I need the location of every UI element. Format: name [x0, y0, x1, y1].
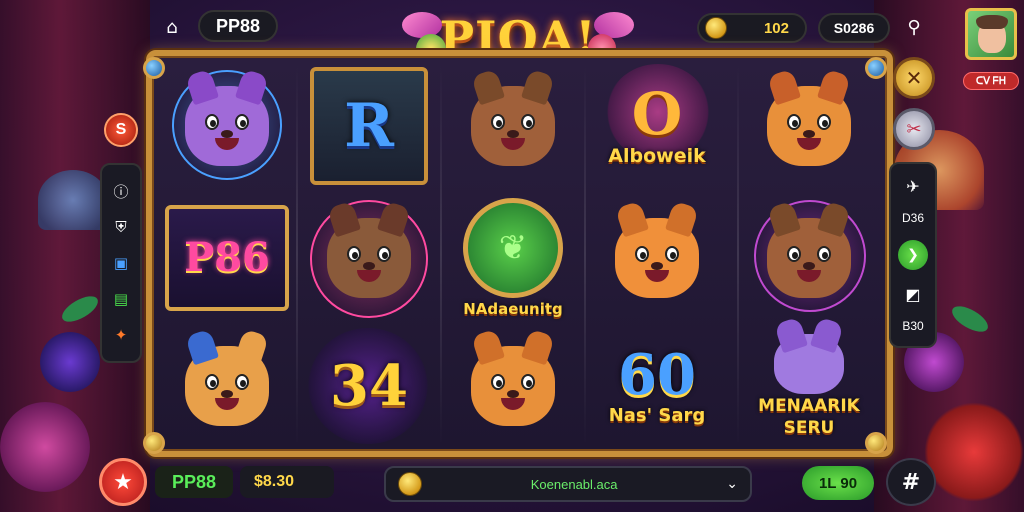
symbol-label: NAdaeunitg	[463, 300, 563, 318]
symbol-golden-bear	[448, 324, 578, 448]
symbol-purple-cat-menarik: MENAARIK SERU	[744, 316, 874, 448]
background-flower	[40, 332, 100, 392]
camera-icon[interactable]: ▣	[110, 252, 132, 274]
symbol-leaf-nadaeunitg: ❦ NAdaeunitg	[448, 196, 578, 320]
symbol-label: Nas' Sarg	[608, 404, 706, 426]
feature-icon[interactable]: ✈	[906, 177, 919, 196]
symbol-p86: P86	[162, 196, 292, 320]
coin-icon	[398, 472, 422, 496]
right-toolbar: ✈ D36 ❯ ◩ B30	[889, 162, 937, 348]
background-flower	[924, 402, 1024, 502]
symbol-brown-bear-glow	[304, 196, 434, 320]
symbol-label: MENAARIK	[758, 396, 860, 416]
symbol-orange-fox	[744, 64, 874, 188]
score-display: S0286	[818, 13, 890, 43]
coin-icon	[705, 17, 727, 39]
reel-separator	[737, 62, 739, 446]
settings-button[interactable]: ✂	[893, 108, 935, 150]
chart-icon[interactable]: ◩	[905, 285, 920, 304]
left-toolbar: ⓘ ⛨ ▣ ▤ ✦	[100, 163, 142, 363]
background-flower	[0, 402, 90, 492]
coin-balance-value: 102	[763, 19, 789, 37]
chevron-down-icon: ⌄	[726, 476, 738, 492]
symbol-letter-r: R	[304, 64, 434, 188]
share-icon[interactable]: ⚲	[901, 13, 927, 41]
game-select-dropdown[interactable]: Koenenabl.aca ⌄	[384, 466, 752, 502]
symbol-brown-fox-glow	[744, 196, 874, 320]
avatar[interactable]	[965, 8, 1017, 60]
brand-badge: PP88	[198, 10, 278, 42]
avatar-badge: ᑕᐯ ᖴᕼ	[963, 72, 1019, 90]
coin-balance: 102	[697, 13, 807, 43]
symbol-brown-bear	[448, 64, 578, 188]
leaf-icon: ❦	[498, 228, 528, 268]
symbol-60-nas-sarg: 60 Nas' Sarg	[608, 341, 706, 426]
info-icon[interactable]: ⓘ	[110, 180, 132, 202]
symbol-orange-bear	[592, 196, 722, 320]
reel-separator	[584, 62, 586, 446]
gift-icon[interactable]: ✦	[110, 324, 132, 346]
reel-separator	[296, 62, 298, 446]
bottom-brand: PP88	[155, 466, 233, 498]
background-lamp-left	[38, 170, 108, 230]
right-value-1: D36	[901, 211, 924, 226]
bonus-badge-button[interactable]: S	[104, 113, 138, 147]
shield-icon[interactable]: ⛨	[110, 216, 132, 238]
symbol-34: 34	[304, 324, 434, 448]
star-spin-icon[interactable]: ★	[99, 458, 147, 506]
symbol-purple-cat-wild	[162, 64, 292, 188]
home-icon[interactable]: ⌂	[158, 13, 186, 41]
play-arrow-button[interactable]: ❯	[898, 239, 928, 270]
right-value-2: B30	[902, 318, 924, 333]
bet-amount[interactable]: $8.30	[240, 466, 334, 498]
bonus-gold-button[interactable]: ✕	[893, 57, 935, 99]
reel-separator	[440, 62, 442, 446]
avatar-hair	[976, 15, 1008, 29]
symbol-label: Alboweik	[608, 145, 706, 167]
hash-menu-icon[interactable]: #	[886, 458, 936, 506]
symbol-o-alboweik: O Alboweik	[592, 64, 722, 188]
symbol-label: SERU	[783, 418, 835, 438]
dropdown-value: Koenenabl.aca	[530, 476, 618, 492]
symbol-calico-cat	[162, 324, 292, 448]
wallet-icon[interactable]: ▤	[110, 288, 132, 310]
win-display-button[interactable]: 1L 90	[802, 466, 874, 500]
